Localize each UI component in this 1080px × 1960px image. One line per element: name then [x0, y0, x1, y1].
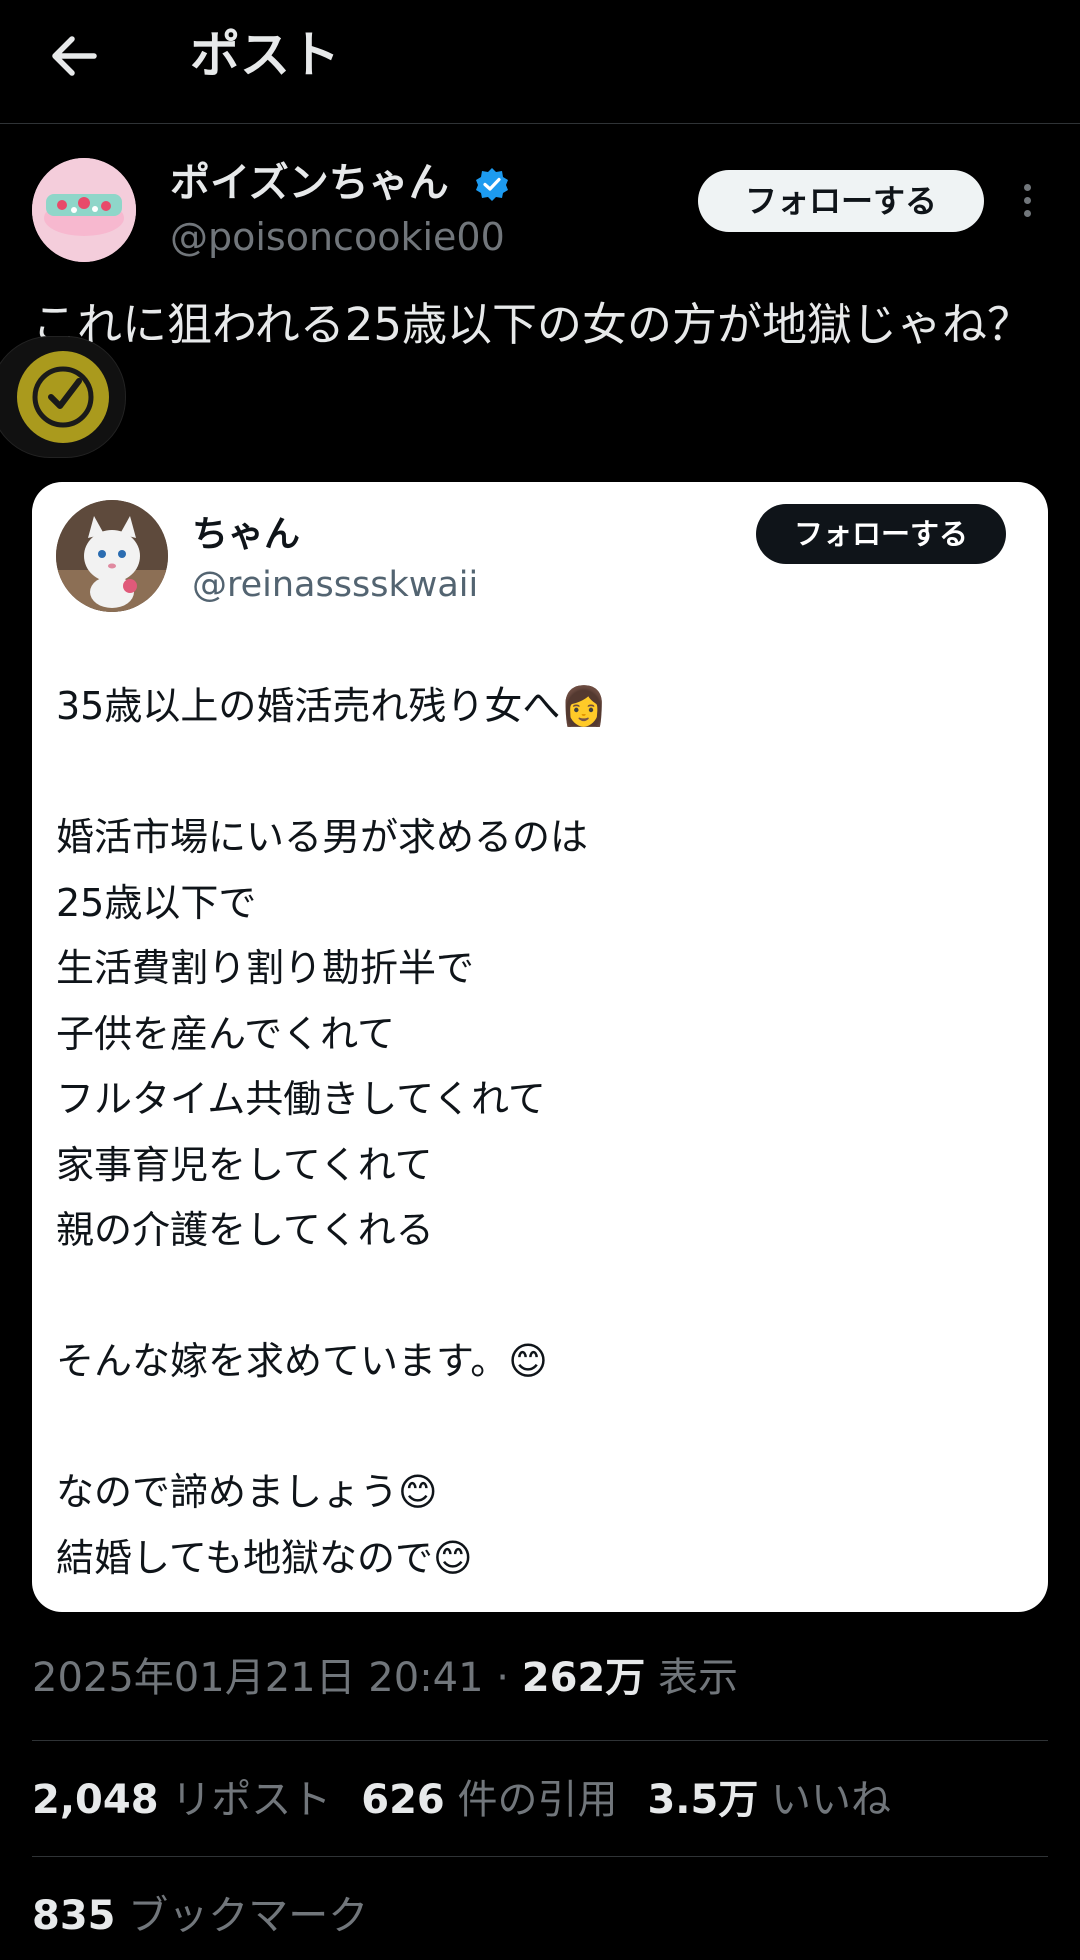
author-handle[interactable]: @poisoncookie00 [170, 212, 505, 262]
reposts-count: 2,048 [32, 1777, 159, 1823]
author-name[interactable]: ポイズンちゃん [170, 156, 449, 210]
quoted-author-handle[interactable]: @reinasssskwaii [192, 562, 478, 608]
more-options-icon[interactable] [1012, 180, 1042, 224]
bookmarks-label: ブックマーク [115, 1893, 369, 1939]
back-button[interactable] [44, 26, 104, 86]
quoted-post-text: 35歳以上の婚活売れ残り女へ👩 婚活市場にいる男が求めるのは 25歳以下で 生活… [56, 684, 608, 1580]
top-bar: ポスト [0, 0, 1080, 124]
quotes-label: 件の引用 [444, 1777, 618, 1823]
arrow-left-icon [52, 36, 97, 76]
avatar-image [32, 158, 136, 262]
check-circle-icon [17, 351, 109, 443]
bookmarks-stat[interactable]: 835 ブックマーク [32, 1888, 368, 1944]
author-avatar[interactable] [32, 158, 136, 262]
engagement-stats: 2,048 リポスト 626 件の引用 3.5万 いいね [32, 1772, 921, 1828]
page-title: ポスト [190, 26, 340, 84]
views-count: 262万 [521, 1655, 646, 1701]
bookmarks-count: 835 [32, 1893, 116, 1939]
follow-button[interactable]: フォローする [698, 170, 984, 232]
quotes-count: 626 [361, 1777, 445, 1823]
verified-badge-icon [476, 168, 508, 201]
quoted-author-name[interactable]: ちゃん [192, 512, 300, 558]
quotes-stat[interactable]: 626 件の引用 [361, 1772, 617, 1828]
floating-action-badge[interactable] [0, 336, 126, 458]
post-meta: 2025年01月21日 20:41 · 262万 表示 [32, 1650, 738, 1706]
likes-stat[interactable]: 3.5万 いいね [647, 1772, 891, 1828]
meta-separator: · [483, 1655, 522, 1701]
post-timestamp[interactable]: 2025年01月21日 20:41 [32, 1655, 484, 1701]
divider [32, 1856, 1048, 1857]
post-text: これに狙われる25歳以下の女の方が地獄じゃね？ [32, 298, 1033, 351]
reposts-stat[interactable]: 2,048 リポスト [32, 1772, 331, 1828]
likes-label: いいね [758, 1777, 892, 1823]
views-label: 表示 [645, 1655, 738, 1701]
quoted-post-card[interactable]: ちゃん @reinasssskwaii フォローする 35歳以上の婚活売れ残り女… [32, 482, 1048, 1612]
quoted-follow-button[interactable]: フォローする [756, 504, 1006, 564]
reposts-label: リポスト [158, 1777, 332, 1823]
likes-count: 3.5万 [647, 1777, 759, 1823]
quoted-author-avatar[interactable] [56, 500, 168, 612]
avatar-image [56, 500, 168, 612]
divider [32, 1740, 1048, 1741]
